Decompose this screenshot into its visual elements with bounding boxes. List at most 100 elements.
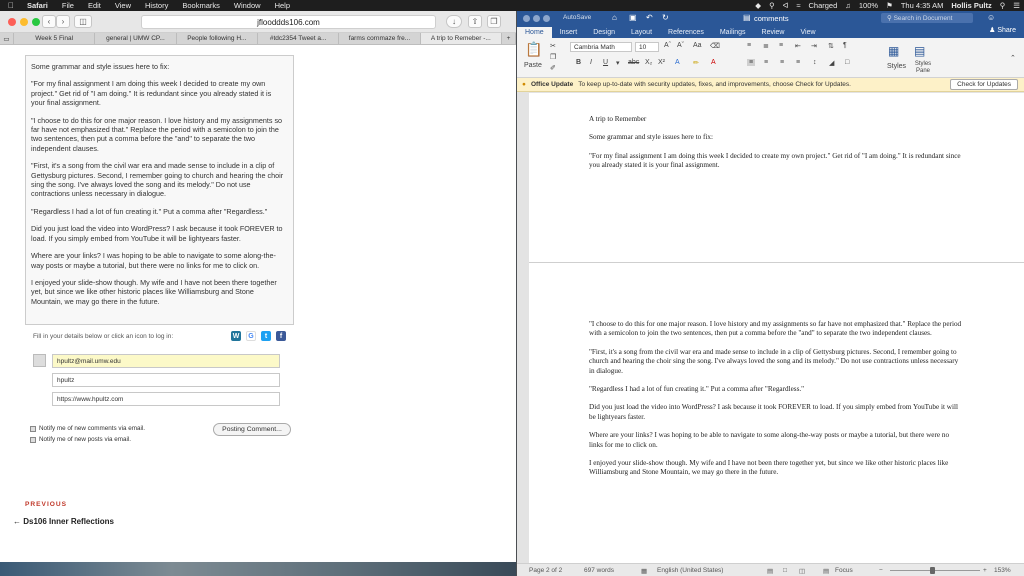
tab-review[interactable]: Review	[754, 29, 793, 38]
forward-icon[interactable]: ›	[56, 15, 70, 28]
home-icon[interactable]: ⌂	[612, 13, 617, 22]
zoom-slider-handle[interactable]	[930, 567, 935, 574]
tab-references[interactable]: References	[660, 29, 712, 38]
flag-icon[interactable]: ⚑	[882, 1, 897, 10]
check-for-updates-button[interactable]: Check for Updates	[950, 79, 1018, 90]
focus-label[interactable]: Focus	[835, 567, 853, 574]
paste-icon[interactable]: 📋	[525, 41, 542, 58]
align-left-icon[interactable]: ≡	[747, 59, 756, 66]
line-spacing-icon[interactable]: ↕	[813, 59, 817, 66]
web-layout-icon[interactable]: ◫	[799, 567, 805, 575]
tab-layout[interactable]: Layout	[623, 29, 660, 38]
font-name-select[interactable]: Cambria Math	[570, 42, 632, 52]
close-window-icon[interactable]	[523, 15, 530, 22]
previous-post-link[interactable]: ← Ds106 Inner Reflections	[13, 517, 114, 526]
google-icon[interactable]: G	[246, 331, 256, 341]
website-field[interactable]: https://www.hpultz.com	[52, 392, 280, 406]
tab-design[interactable]: Design	[585, 29, 623, 38]
save-icon[interactable]: ▣	[629, 13, 637, 22]
ribbon-collapse-icon[interactable]: ⌃	[1010, 54, 1016, 62]
notify-posts-checkbox[interactable]	[30, 437, 36, 443]
comment-textarea[interactable]: Some grammar and style issues here to fi…	[25, 55, 294, 325]
tab-tweet[interactable]: #tdc2354 Tweet a...	[258, 33, 340, 44]
styles-pane-icon[interactable]: ▤	[914, 44, 925, 58]
zoom-window-icon[interactable]	[543, 15, 550, 22]
multilevel-list-icon[interactable]: ≡	[779, 42, 783, 49]
document-page-2[interactable]: "I choose to do this for one major reaso…	[529, 262, 1024, 563]
user-name[interactable]: Hollis Pultz	[947, 1, 995, 10]
strikethrough-icon[interactable]: abc	[628, 59, 639, 66]
shading-icon[interactable]: ◢	[829, 59, 834, 67]
align-center-icon[interactable]: ≡	[764, 59, 768, 66]
borders-icon[interactable]: □	[845, 59, 849, 66]
notify-comments-checkbox[interactable]	[30, 426, 36, 432]
change-case-icon[interactable]: Aa	[693, 42, 702, 49]
decrease-indent-icon[interactable]: ⇤	[795, 42, 801, 50]
tab-trip[interactable]: A trip to Remeber -...	[420, 33, 502, 44]
spotlight-icon[interactable]: ⚲	[765, 1, 779, 10]
print-layout-icon[interactable]: □	[783, 567, 787, 574]
bullets-icon[interactable]: ≡	[747, 42, 751, 49]
bold-icon[interactable]: B	[576, 59, 581, 66]
minimize-window-icon[interactable]	[533, 15, 540, 22]
autosave-label[interactable]: AutoSave	[563, 14, 591, 21]
tab-home[interactable]: Home	[517, 27, 552, 38]
smiley-icon[interactable]: ☺	[987, 13, 995, 22]
tab-sidebar-icon[interactable]: ▭	[0, 33, 14, 44]
wifi-icon[interactable]: ≈	[792, 1, 804, 10]
menu-edit[interactable]: Edit	[81, 1, 108, 10]
copy-icon[interactable]: ❐	[550, 53, 556, 61]
clock[interactable]: Thu 4:35 AM	[897, 1, 948, 10]
menu-help[interactable]: Help	[268, 1, 297, 10]
tabs-overview-icon[interactable]: ❐	[487, 15, 501, 28]
underline-dropdown-icon[interactable]: ▾	[616, 59, 620, 67]
minimize-window-icon[interactable]	[20, 18, 28, 26]
zoom-window-icon[interactable]	[32, 18, 40, 26]
tab-week5[interactable]: Week 5 Final	[14, 33, 96, 44]
text-effects-icon[interactable]: A	[675, 59, 680, 66]
zoom-level[interactable]: 153%	[994, 567, 1011, 574]
tab-mailings[interactable]: Mailings	[712, 29, 754, 38]
email-field[interactable]: hpultz@mail.umw.edu	[52, 354, 280, 368]
menu-view[interactable]: View	[108, 1, 138, 10]
close-window-icon[interactable]	[8, 18, 16, 26]
cut-icon[interactable]: ✂	[550, 42, 556, 50]
superscript-icon[interactable]: X²	[658, 59, 665, 66]
zoom-slider[interactable]	[890, 570, 980, 571]
search-document-input[interactable]: ⚲ Search in Document	[881, 13, 973, 23]
document-page-1[interactable]: A trip to Remember Some grammar and styl…	[529, 93, 1024, 263]
tab-insert[interactable]: Insert	[552, 29, 586, 38]
search-icon[interactable]: ⚲	[996, 1, 1010, 10]
menu-bookmarks[interactable]: Bookmarks	[175, 1, 227, 10]
zoom-in-icon[interactable]: +	[983, 567, 987, 574]
show-formatting-icon[interactable]: ¶	[843, 42, 847, 49]
redo-icon[interactable]: ↻	[662, 13, 669, 22]
subscript-icon[interactable]: X₂	[645, 59, 652, 66]
highlight-icon[interactable]: ✏	[693, 59, 699, 67]
grow-font-icon[interactable]: Aˆ	[664, 42, 671, 49]
clear-formatting-icon[interactable]: ⌫	[710, 42, 720, 50]
twitter-icon[interactable]: t	[261, 331, 271, 341]
bluetooth-icon[interactable]: ᐊ	[779, 1, 793, 10]
menu-window[interactable]: Window	[227, 1, 268, 10]
font-size-select[interactable]: 10	[635, 42, 659, 52]
volume-icon[interactable]: ♫	[841, 1, 855, 10]
tab-view[interactable]: View	[792, 29, 823, 38]
italic-icon[interactable]: I	[590, 59, 592, 66]
focus-icon[interactable]: ▤	[823, 567, 829, 575]
styles-icon[interactable]: ▦	[888, 44, 899, 58]
sidebar-icon[interactable]: ◫	[74, 15, 92, 28]
tab-people[interactable]: People following H...	[177, 33, 258, 44]
read-mode-icon[interactable]: ▤	[767, 567, 773, 575]
address-bar[interactable]: jflooddds106.com	[141, 15, 436, 29]
justify-icon[interactable]: ≡	[796, 59, 800, 66]
app-menu[interactable]: Safari	[20, 1, 55, 10]
share-icon[interactable]: ⇧	[468, 15, 482, 28]
increase-indent-icon[interactable]: ⇥	[811, 42, 817, 50]
word-count[interactable]: 697 words	[584, 567, 614, 574]
zoom-out-icon[interactable]: −	[879, 567, 883, 574]
menu-history[interactable]: History	[138, 1, 175, 10]
shrink-font-icon[interactable]: Aˇ	[677, 42, 684, 49]
menu-list-icon[interactable]: ☰	[1009, 1, 1024, 10]
tab-general[interactable]: general | UMW CP...	[95, 33, 177, 44]
